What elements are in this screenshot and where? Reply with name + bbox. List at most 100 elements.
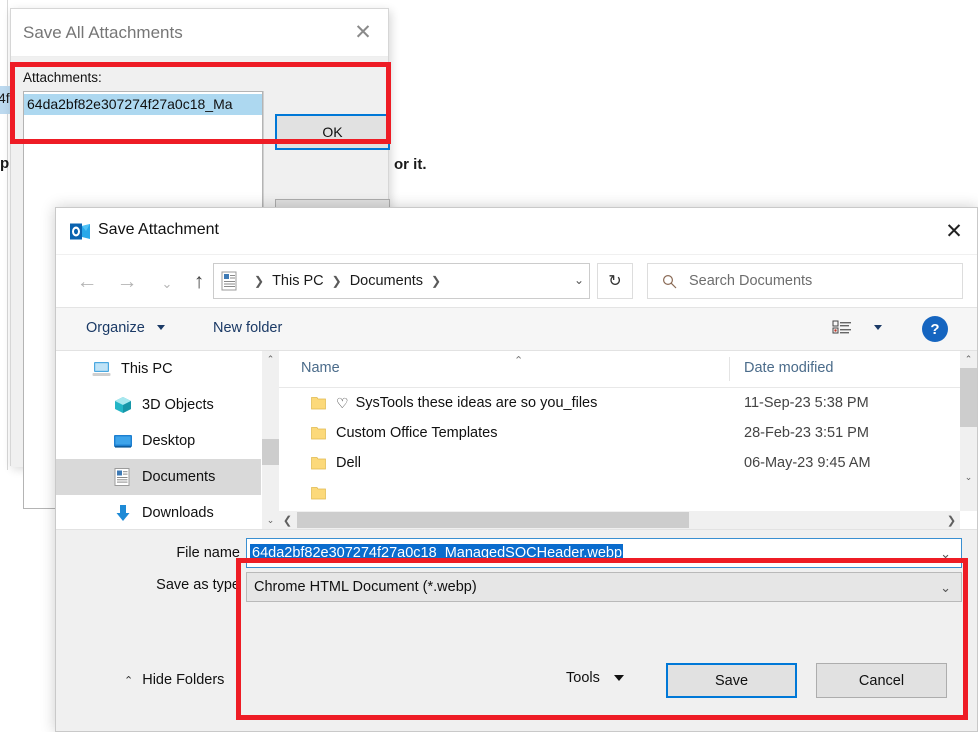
file-name-value: 64da2bf82e307274f27a0c18_ManagedSOCHeade… xyxy=(250,543,624,563)
chevron-down-icon[interactable]: ⌄ xyxy=(940,546,951,562)
navpane-scrollbar[interactable]: ⌃ ⌄ xyxy=(261,351,279,529)
scroll-down-icon[interactable]: ⌄ xyxy=(960,469,977,486)
dialog-footer: ⌃ Hide Folders Tools Save Cancel xyxy=(56,650,977,731)
chevron-down-icon[interactable]: ⌄ xyxy=(574,273,584,287)
folder-icon xyxy=(311,397,326,410)
recent-locations-icon[interactable]: ⌄ xyxy=(152,269,182,299)
screen-root: 4f p or it. Save All Attachments ✕ Attac… xyxy=(0,0,978,732)
save-as-type-select[interactable]: Chrome HTML Document (*.webp) ⌄ xyxy=(246,572,962,602)
file-list-pane: ⌃ Name Date modified ♡ SysTools these id… xyxy=(279,351,977,529)
chevron-down-icon[interactable]: ⌄ xyxy=(940,580,951,596)
table-row[interactable]: Dell 06-May-23 9:45 AM xyxy=(279,448,977,478)
sidebar-item-downloads[interactable]: Downloads xyxy=(56,495,261,529)
file-date: 28-Feb-23 3:51 PM xyxy=(744,425,869,441)
filelist-vertical-scrollbar[interactable]: ⌃ ⌄ xyxy=(960,351,977,511)
scroll-up-icon[interactable]: ⌃ xyxy=(262,351,279,368)
list-item[interactable]: 64da2bf82e307274f27a0c18_Ma xyxy=(24,94,262,115)
chevron-down-icon[interactable] xyxy=(157,325,165,330)
search-icon xyxy=(662,274,677,288)
file-date: 06-May-23 9:45 AM xyxy=(744,455,871,471)
refresh-icon[interactable]: ↻ xyxy=(597,263,633,299)
sidebar-item-desktop[interactable]: Desktop xyxy=(56,423,261,459)
filelist-horizontal-scrollbar[interactable]: ❮ ❯ xyxy=(279,511,960,529)
help-icon[interactable]: ? xyxy=(922,316,948,342)
command-toolbar: Organize New folder ? xyxy=(56,308,977,351)
save-as-type-label: Save as type xyxy=(156,577,240,593)
dialog1-title: Save All Attachments xyxy=(23,23,183,42)
breadcrumb-separator: ❯ xyxy=(254,274,265,288)
hide-folders-label: Hide Folders xyxy=(142,672,225,688)
up-icon[interactable]: ↑ xyxy=(184,267,214,297)
documents-icon xyxy=(221,271,237,291)
breadcrumb-separator: ❯ xyxy=(331,274,342,288)
file-name-input[interactable]: 64da2bf82e307274f27a0c18_ManagedSOCHeade… xyxy=(246,538,962,568)
save-button[interactable]: Save xyxy=(666,663,797,698)
chevron-down-icon[interactable] xyxy=(874,325,882,330)
cancel-button[interactable]: Cancel xyxy=(816,663,947,698)
sidebar-item-label: 3D Objects xyxy=(142,397,214,413)
background-text-right: or it. xyxy=(394,156,427,173)
table-row[interactable]: Custom Office Templates 28-Feb-23 3:51 P… xyxy=(279,418,977,448)
file-date: 11-Sep-23 5:38 PM xyxy=(744,395,869,411)
scroll-left-icon[interactable]: ❮ xyxy=(279,511,296,529)
this-pc-icon xyxy=(92,362,111,376)
sidebar-item-label: Documents xyxy=(142,469,216,485)
scroll-up-icon[interactable]: ⌃ xyxy=(960,351,977,368)
breadcrumb[interactable]: ❯ This PC ❯ Documents ❯ ⌄ xyxy=(213,263,590,299)
scrollbar-thumb[interactable] xyxy=(297,512,689,528)
file-name: Dell xyxy=(336,455,361,471)
hide-folders-button[interactable]: ⌃ Hide Folders xyxy=(124,672,224,688)
scrollbar-thumb[interactable] xyxy=(262,439,279,465)
scroll-down-icon[interactable]: ⌄ xyxy=(262,512,279,529)
close-icon[interactable]: ✕ xyxy=(344,15,382,49)
caret-down-icon xyxy=(613,675,624,681)
breadcrumb-item-this-pc[interactable]: This PC xyxy=(272,273,324,289)
table-row[interactable]: ♡ SysTools these ideas are so you_files … xyxy=(279,388,977,418)
file-list-header: ⌃ Name Date modified xyxy=(279,351,977,388)
sidebar-item-3d-objects[interactable]: 3D Objects xyxy=(56,387,261,423)
organize-button[interactable]: Organize xyxy=(86,320,145,336)
sidebar-item-documents[interactable]: Documents xyxy=(56,459,261,495)
new-folder-button[interactable]: New folder xyxy=(213,320,282,336)
forward-icon[interactable]: → xyxy=(112,267,142,297)
search-placeholder: Search Documents xyxy=(689,273,813,289)
file-name-label: File name xyxy=(176,545,240,561)
view-list-icon[interactable] xyxy=(832,319,852,339)
sidebar-item-label: This PC xyxy=(121,361,173,377)
attachments-label: Attachments: xyxy=(23,70,102,85)
sidebar-item-this-pc[interactable]: This PC xyxy=(56,351,261,387)
save-as-type-value: Chrome HTML Document (*.webp) xyxy=(254,579,477,595)
content-area: This PC 3D Objects Desktop Documents Dow… xyxy=(56,351,977,530)
chevron-up-icon: ⌃ xyxy=(124,674,134,687)
save-form-area: File name 64da2bf82e307274f27a0c18_Manag… xyxy=(56,530,977,650)
close-icon[interactable]: ✕ xyxy=(931,208,977,254)
breadcrumb-separator: ❯ xyxy=(431,274,442,288)
search-input[interactable]: Search Documents xyxy=(647,263,963,299)
sidebar-item-label: Downloads xyxy=(142,505,214,521)
scroll-right-icon[interactable]: ❯ xyxy=(943,511,960,529)
dialog1-titlebar: Save All Attachments ✕ xyxy=(11,9,388,57)
scrollbar-thumb[interactable] xyxy=(960,368,977,427)
folder-icon xyxy=(311,487,326,500)
background-divider xyxy=(7,0,8,470)
background-text-left: p xyxy=(0,155,10,172)
folder-icon xyxy=(311,457,326,470)
favorite-icon: ♡ xyxy=(336,394,349,411)
sort-ascending-icon: ⌃ xyxy=(514,355,524,367)
ok-button[interactable]: OK xyxy=(275,114,390,150)
tools-button[interactable]: Tools xyxy=(566,670,624,686)
column-header-date-modified[interactable]: Date modified xyxy=(744,360,833,376)
background-highlight-text: 4f xyxy=(0,90,10,106)
desktop-icon xyxy=(114,435,132,448)
back-icon[interactable]: ← xyxy=(72,267,102,297)
column-header-name[interactable]: Name xyxy=(301,360,340,376)
sidebar-item-label: Desktop xyxy=(142,433,196,449)
dialog2-title: Save Attachment xyxy=(98,221,219,238)
navigation-bar: ← → ⌄ ↑ ❯ This PC ❯ Documents ❯ ⌄ ↻ Sear… xyxy=(56,255,977,308)
dialog2-titlebar: Save Attachment ✕ xyxy=(56,208,977,255)
downloads-icon xyxy=(116,505,130,521)
breadcrumb-item-documents[interactable]: Documents xyxy=(350,273,423,289)
folder-icon xyxy=(311,427,326,440)
navigation-pane: This PC 3D Objects Desktop Documents Dow… xyxy=(56,351,261,529)
table-row-partial[interactable] xyxy=(279,478,977,508)
